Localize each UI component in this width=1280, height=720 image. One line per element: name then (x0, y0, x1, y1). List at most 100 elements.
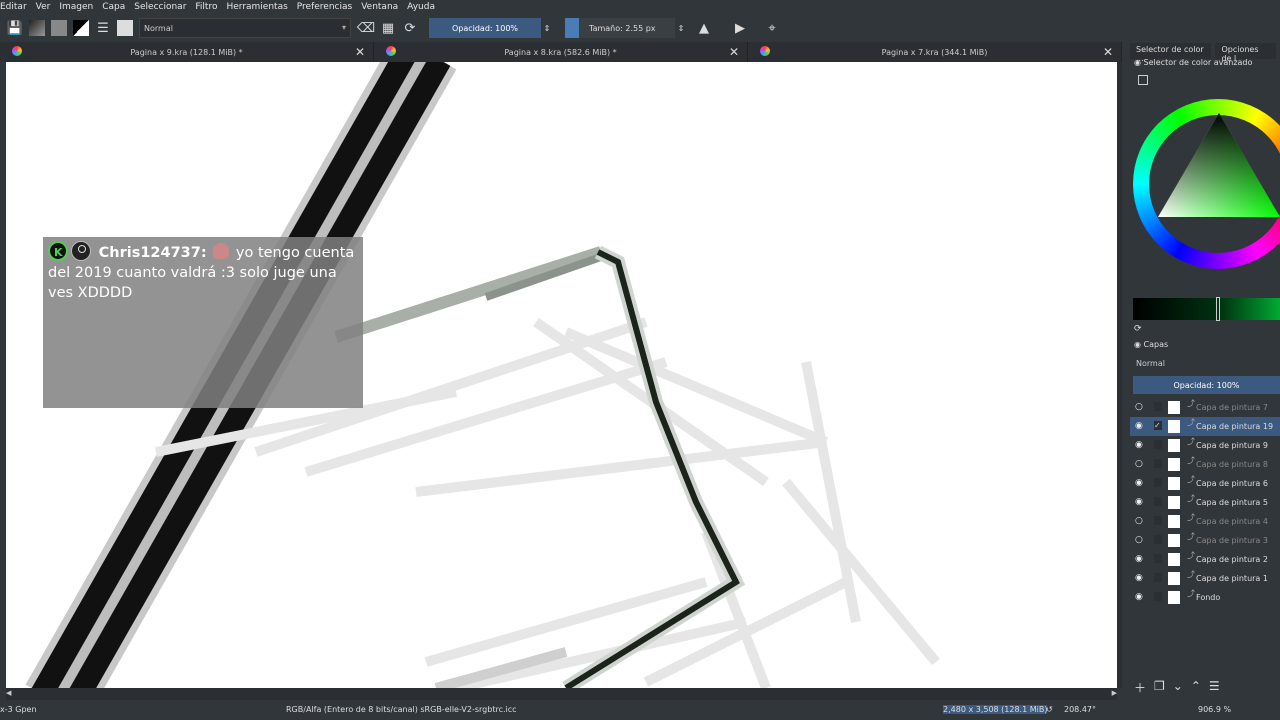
emote-icon (213, 243, 230, 259)
layer-thumbnail (1168, 477, 1180, 490)
layer-row[interactable]: ◉ ✓ ⤴ Capa de pintura 19 (1130, 417, 1280, 436)
layer-checkbox[interactable] (1154, 554, 1162, 563)
layer-checkbox[interactable] (1154, 573, 1162, 582)
visibility-eye-icon[interactable]: ◉ (1135, 497, 1143, 507)
visibility-eye-icon[interactable]: ○ (1135, 516, 1143, 526)
scroll-left-icon[interactable]: ◀ (6, 689, 11, 697)
blend-mode-value: Normal (144, 23, 173, 33)
menu-seleccionar[interactable]: Seleccionar (134, 2, 186, 12)
layer-checkbox[interactable] (1154, 516, 1162, 525)
drawing-canvas[interactable]: Chris124737: yo tengo cuenta del 2019 cu… (6, 62, 1117, 688)
visibility-eye-icon[interactable]: ◉ (1135, 592, 1143, 602)
gradient-icon[interactable] (26, 17, 48, 39)
visibility-eye-icon[interactable]: ○ (1135, 535, 1143, 545)
eraser-icon[interactable]: ⌫ (355, 17, 377, 39)
close-icon[interactable]: ✕ (1103, 45, 1113, 59)
visibility-eye-icon[interactable]: ◉ (1135, 440, 1143, 450)
layer-checkbox[interactable] (1154, 592, 1162, 601)
tab-title: Pagina x 7.kra (344.1 MiB) (881, 47, 988, 57)
layer-row[interactable]: ○ ⤴ Capa de pintura 3 (1130, 531, 1280, 550)
brush-preset-icon[interactable] (114, 17, 136, 39)
visibility-eye-icon[interactable]: ◉ (1135, 573, 1143, 583)
visibility-eye-icon[interactable]: ◉ (1135, 554, 1143, 564)
brush-settings-icon[interactable]: ☰ (92, 17, 114, 39)
opacity-spin-icon[interactable]: ⇕ (541, 17, 553, 39)
size-spin-icon[interactable]: ⇕ (675, 17, 687, 39)
paint-layer-icon: ⤴ (1187, 456, 1195, 465)
layer-row[interactable]: ◉ ⤴ Capa de pintura 6 (1130, 474, 1280, 493)
fg-bg-color-icon[interactable] (70, 17, 92, 39)
save-icon[interactable]: 💾 (4, 17, 26, 39)
alpha-lock-icon[interactable]: ▦ (377, 17, 399, 39)
layer-checkbox[interactable]: ✓ (1154, 421, 1162, 430)
tab-pagina-7[interactable]: Pagina x 7.kra (344.1 MiB) ✕ (748, 42, 1122, 62)
menu-herramientas[interactable]: Herramientas (226, 2, 287, 12)
menu-capa[interactable]: Capa (102, 2, 125, 12)
status-dimensions: 2,480 x 3,508 (128.1 MiB) (943, 705, 1048, 714)
horizontal-scrollbar[interactable]: ◀ ▶ (6, 688, 1117, 700)
mirror-vertical-icon[interactable]: ▶ (729, 17, 751, 39)
layer-row[interactable]: ◉ ⤴ Fondo (1130, 588, 1280, 607)
mirror-horizontal-icon[interactable]: ▲ (693, 17, 715, 39)
add-layer-icon[interactable]: ＋ (1134, 679, 1146, 696)
layer-row[interactable]: ◉ ⤴ Capa de pintura 5 (1130, 493, 1280, 512)
pattern-icon[interactable] (48, 17, 70, 39)
tab-tool-options[interactable]: Opciones de l (1215, 43, 1276, 63)
menu-imagen[interactable]: Imagen (59, 2, 93, 12)
visibility-eye-icon[interactable]: ○ (1135, 459, 1143, 469)
layer-checkbox[interactable] (1154, 440, 1162, 449)
tab-pagina-9[interactable]: Pagina x 9.kra (128.1 MiB) * ✕ (0, 42, 374, 62)
layer-menu-icon[interactable]: ☰ (1209, 679, 1220, 696)
layer-thumbnail (1168, 591, 1180, 604)
pin-icon[interactable]: ◉ (1134, 340, 1141, 349)
layer-checkbox[interactable] (1154, 478, 1162, 487)
scroll-right-icon[interactable]: ▶ (1112, 689, 1117, 697)
layer-row[interactable]: ○ ⤴ Capa de pintura 7 (1130, 398, 1280, 417)
color-history-bar[interactable] (1133, 298, 1280, 320)
layer-blend-select[interactable]: Normal (1132, 355, 1280, 371)
color-wheel[interactable] (1133, 99, 1280, 269)
color-triangle[interactable] (1158, 109, 1280, 219)
reload-preset-icon[interactable]: ⟳ (399, 17, 421, 39)
opacity-label: Opacidad: 100% (451, 23, 519, 33)
layer-row[interactable]: ○ ⤴ Capa de pintura 8 (1130, 455, 1280, 474)
move-up-icon[interactable]: ⌃ (1191, 679, 1201, 696)
layer-opacity-slider[interactable]: Opacidad: 100% (1133, 376, 1280, 394)
paint-layer-icon: ⤴ (1187, 551, 1195, 560)
visibility-eye-icon[interactable]: ◉ (1135, 478, 1143, 488)
color-settings-icon[interactable] (1138, 75, 1148, 85)
close-icon[interactable]: ✕ (355, 45, 365, 59)
layer-row[interactable]: ◉ ⤴ Capa de pintura 1 (1130, 569, 1280, 588)
size-slider[interactable]: Tamaño: 2.55 px (565, 18, 675, 38)
tab-color-selector[interactable]: Selector de color ... (1130, 43, 1212, 63)
crop-icon[interactable]: ⌖ (761, 17, 783, 39)
menu-editar[interactable]: Editar (0, 2, 27, 12)
menu-ayuda[interactable]: Ayuda (407, 2, 435, 12)
rotate-icon[interactable]: ↺ (1046, 705, 1053, 714)
move-down-icon[interactable]: ⌄ (1173, 679, 1183, 696)
opacity-slider[interactable]: Opacidad: 100% (429, 18, 541, 38)
refresh-icon[interactable]: ⟳ (1134, 324, 1142, 334)
layer-row[interactable]: ◉ ⤴ Capa de pintura 2 (1130, 550, 1280, 569)
duplicate-layer-icon[interactable]: ❐ (1154, 679, 1165, 696)
menu-ver[interactable]: Ver (36, 2, 51, 12)
menu-preferencias[interactable]: Preferencias (297, 2, 352, 12)
layer-row[interactable]: ◉ ⤴ Capa de pintura 9 (1130, 436, 1280, 455)
toolbar: 💾 ☰ Normal ▾ ⌫ ▦ ⟳ Opacidad: 100% ⇕ Tama… (0, 14, 1280, 42)
pin-icon[interactable]: ◉ (1134, 58, 1141, 67)
size-fill (565, 18, 579, 38)
menu-ventana[interactable]: Ventana (361, 2, 398, 12)
layer-checkbox[interactable] (1154, 535, 1162, 544)
visibility-eye-icon[interactable]: ○ (1135, 402, 1143, 412)
visibility-eye-icon[interactable]: ◉ (1135, 421, 1143, 431)
layer-checkbox[interactable] (1154, 402, 1162, 411)
tab-pagina-8[interactable]: Pagina x 8.kra (582.6 MiB) * ✕ (374, 42, 748, 62)
layer-checkbox[interactable] (1154, 497, 1162, 506)
layer-checkbox[interactable] (1154, 459, 1162, 468)
layer-thumbnail (1168, 458, 1180, 471)
layer-row[interactable]: ○ ⤴ Capa de pintura 4 (1130, 512, 1280, 531)
blend-mode-select[interactable]: Normal ▾ (139, 18, 351, 38)
color-bar-marker[interactable] (1216, 297, 1220, 321)
close-icon[interactable]: ✕ (729, 45, 739, 59)
menu-filtro[interactable]: Filtro (195, 2, 217, 12)
